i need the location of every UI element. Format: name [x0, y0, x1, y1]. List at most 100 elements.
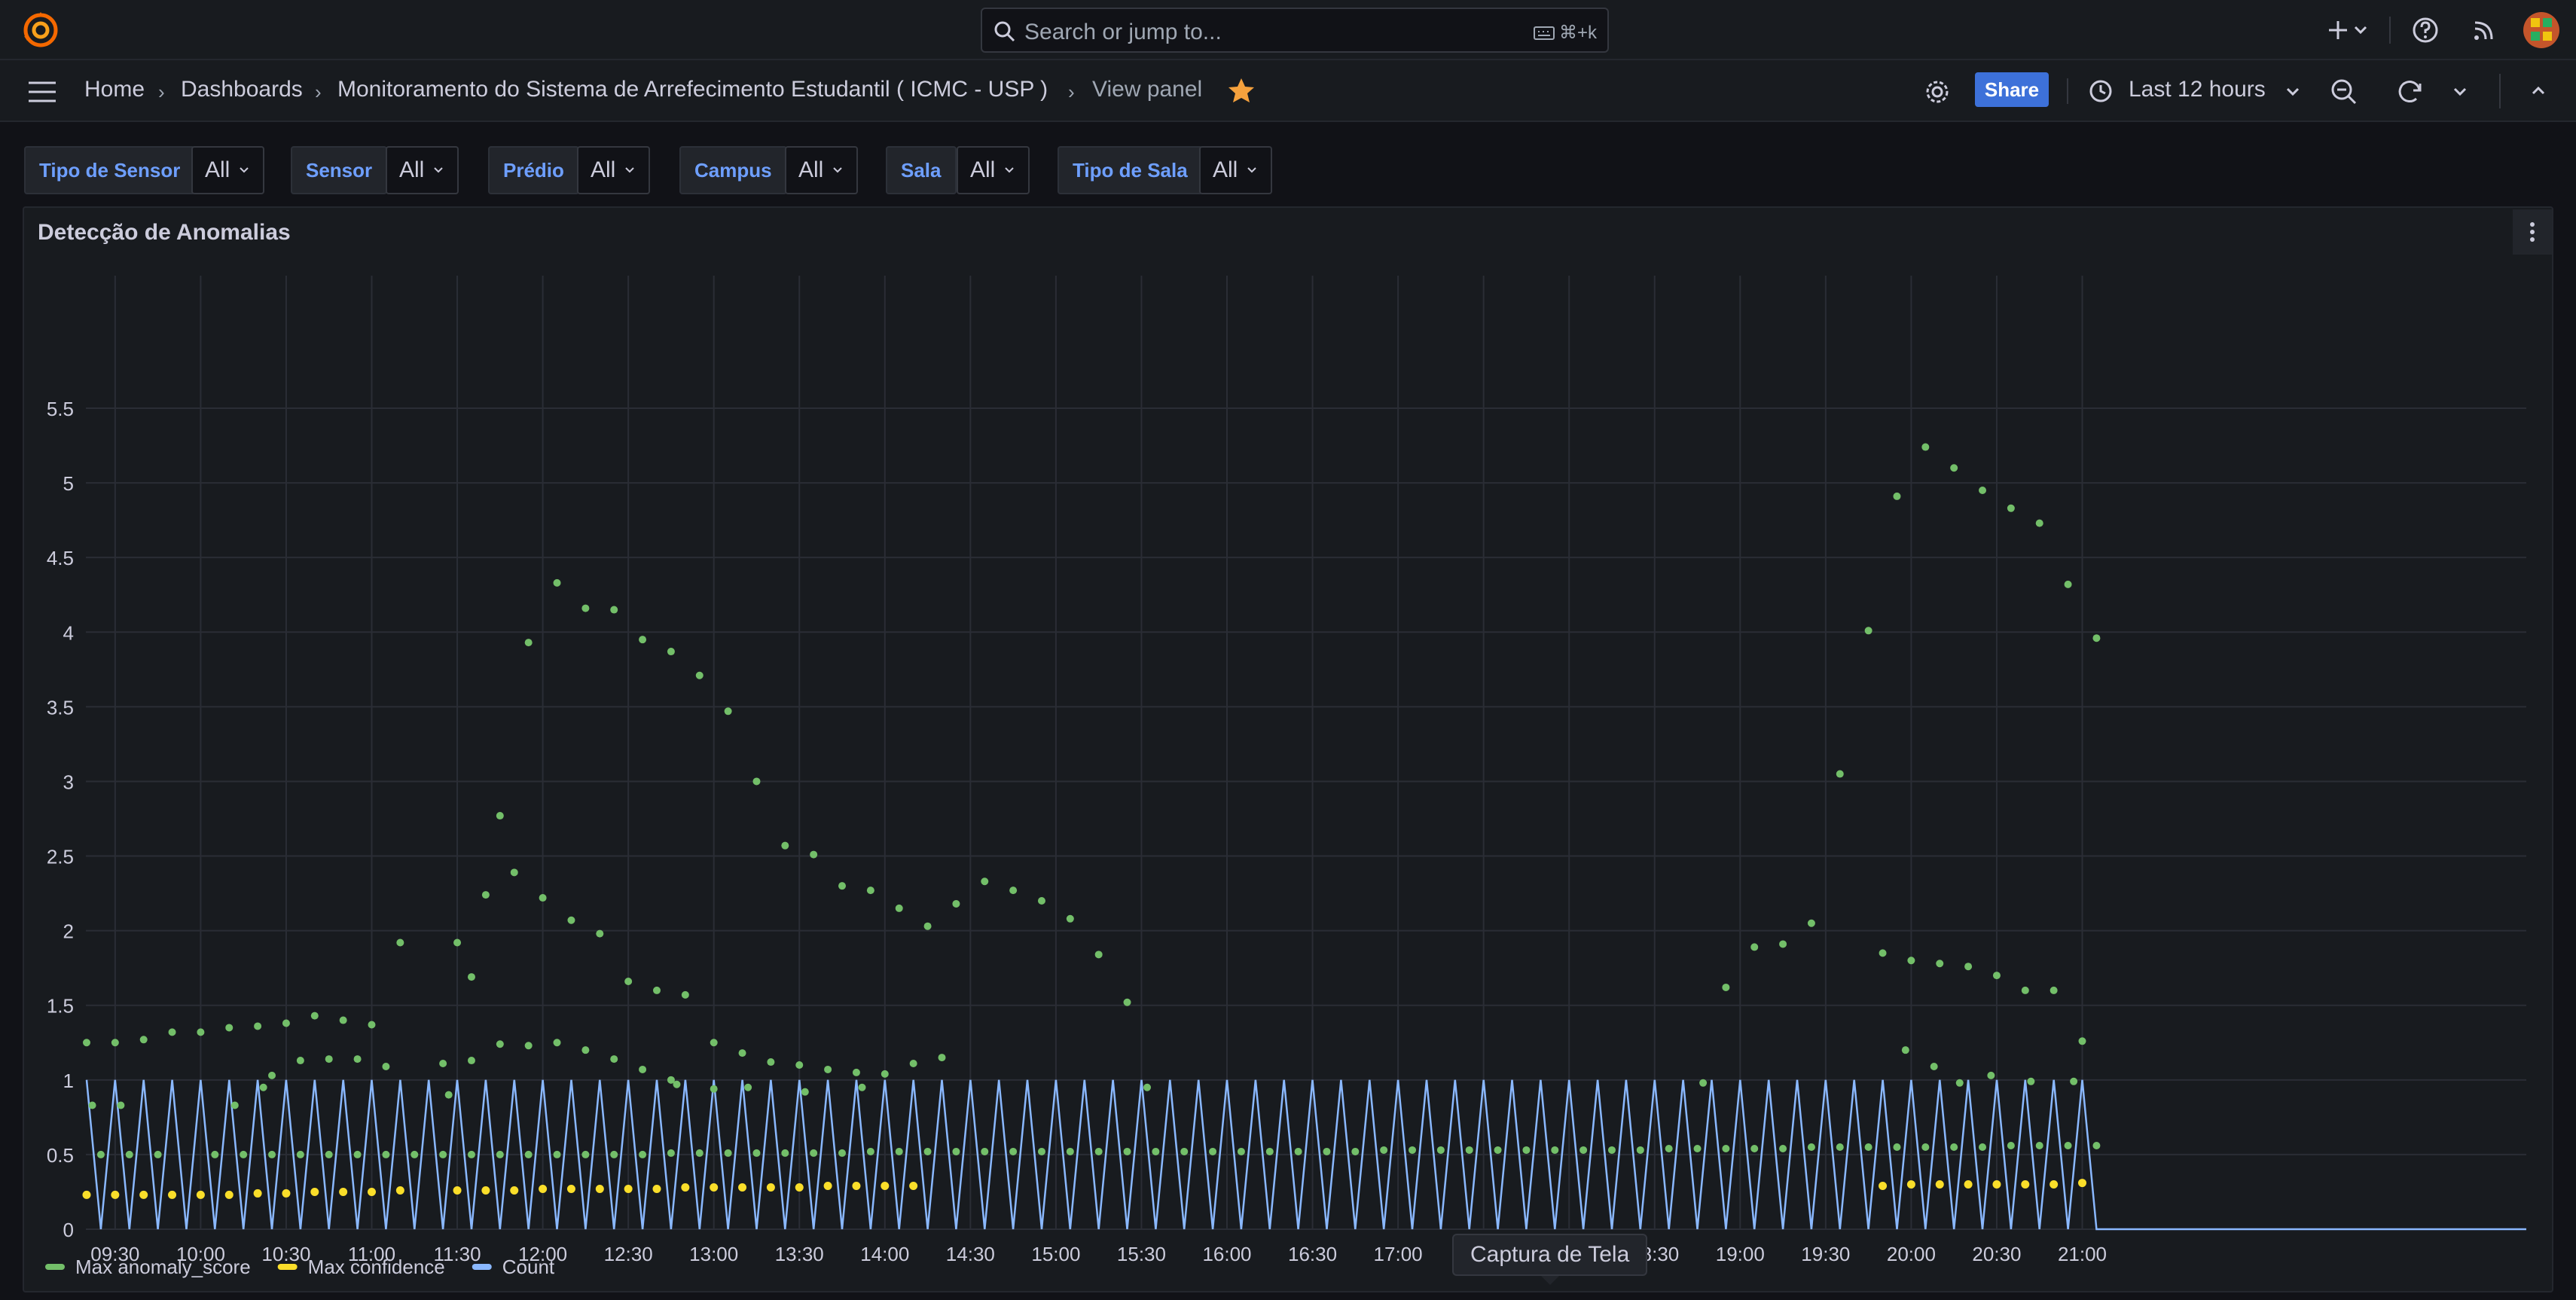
data-point-anomaly-score[interactable] [710, 1085, 718, 1093]
data-point-anomaly-score[interactable] [895, 1147, 903, 1155]
data-point-anomaly-score[interactable] [1964, 963, 1973, 971]
data-point-anomaly-score[interactable] [439, 1150, 447, 1158]
data-point-anomaly-score[interactable] [639, 1150, 647, 1158]
data-point-confidence[interactable] [795, 1183, 804, 1192]
data-point-anomaly-score[interactable] [1123, 1147, 1131, 1155]
data-point-anomaly-score[interactable] [111, 1039, 119, 1047]
data-point-anomaly-score[interactable] [496, 1150, 504, 1158]
data-point-confidence[interactable] [339, 1187, 348, 1196]
data-point-anomaly-score[interactable] [1143, 1083, 1152, 1091]
data-point-confidence[interactable] [852, 1182, 861, 1191]
data-point-anomaly-score[interactable] [1987, 1071, 1995, 1079]
data-point-anomaly-score[interactable] [1779, 940, 1787, 948]
data-point-confidence[interactable] [2078, 1179, 2086, 1188]
data-point-confidence[interactable] [1879, 1182, 1888, 1191]
data-point-anomaly-score[interactable] [168, 1028, 176, 1036]
time-range-picker[interactable]: Last 12 hours [2129, 77, 2266, 102]
data-point-anomaly-score[interactable] [2092, 634, 2101, 642]
data-point-anomaly-score[interactable] [382, 1150, 390, 1158]
anomaly-chart[interactable]: 00.511.522.533.544.555.509:30 10:00 10:30 1… [24, 208, 2552, 1291]
data-point-confidence[interactable] [310, 1187, 319, 1196]
data-point-confidence[interactable] [2050, 1180, 2059, 1189]
data-point-anomaly-score[interactable] [339, 1016, 347, 1024]
data-point-anomaly-score[interactable] [510, 868, 518, 877]
data-point-anomaly-score[interactable] [1907, 957, 1915, 965]
data-point-confidence[interactable] [510, 1186, 519, 1195]
data-point-anomaly-score[interactable] [1094, 1147, 1103, 1155]
data-point-anomaly-score[interactable] [1864, 627, 1872, 635]
data-point-anomaly-score[interactable] [1950, 464, 1958, 472]
data-point-confidence[interactable] [624, 1184, 633, 1193]
data-point-anomaly-score[interactable] [353, 1150, 362, 1158]
data-point-confidence[interactable] [82, 1190, 91, 1199]
data-point-anomaly-score[interactable] [724, 1149, 732, 1157]
chevron-down-icon[interactable] [2282, 81, 2303, 102]
data-point-anomaly-score[interactable] [1779, 1144, 1787, 1152]
data-point-anomaly-score[interactable] [858, 1083, 866, 1091]
data-point-anomaly-score[interactable] [1836, 770, 1844, 778]
data-point-anomaly-score[interactable] [1066, 1147, 1074, 1155]
data-point-anomaly-score[interactable] [481, 891, 490, 899]
data-point-anomaly-score[interactable] [1009, 1147, 1018, 1155]
data-point-anomaly-score[interactable] [1750, 1144, 1759, 1152]
data-point-anomaly-score[interactable] [1465, 1146, 1473, 1154]
data-point-anomaly-score[interactable] [1665, 1144, 1673, 1152]
data-point-anomaly-score[interactable] [781, 1149, 789, 1157]
data-point-anomaly-score[interactable] [581, 1046, 590, 1054]
data-point-confidence[interactable] [253, 1189, 262, 1198]
data-point-confidence[interactable] [566, 1184, 575, 1193]
data-point-anomaly-score[interactable] [767, 1058, 775, 1067]
data-point-anomaly-score[interactable] [524, 1042, 533, 1050]
plus-icon[interactable] [2323, 15, 2353, 45]
filter-select-tipo-de-sala[interactable]: All [1199, 146, 1273, 194]
data-point-anomaly-score[interactable] [225, 1024, 233, 1032]
data-point-anomaly-score[interactable] [1037, 1147, 1045, 1155]
data-point-anomaly-score[interactable] [724, 707, 732, 716]
data-point-confidence[interactable] [282, 1189, 291, 1198]
data-point-anomaly-score[interactable] [1722, 983, 1730, 991]
data-point-anomaly-score[interactable] [211, 1150, 219, 1158]
data-point-confidence[interactable] [453, 1186, 462, 1195]
data-point-anomaly-score[interactable] [240, 1150, 248, 1158]
data-point-anomaly-score[interactable] [738, 1049, 746, 1057]
grafana-logo-icon[interactable] [21, 11, 60, 50]
data-point-anomaly-score[interactable] [1921, 443, 1930, 451]
data-point-confidence[interactable] [595, 1184, 604, 1193]
data-point-anomaly-score[interactable] [125, 1150, 133, 1158]
data-point-confidence[interactable] [1935, 1180, 1944, 1189]
data-point-anomaly-score[interactable] [1094, 951, 1103, 959]
data-point-confidence[interactable] [909, 1182, 918, 1191]
data-point-confidence[interactable] [139, 1190, 148, 1199]
data-point-confidence[interactable] [224, 1190, 233, 1199]
data-point-anomaly-score[interactable] [1323, 1147, 1331, 1155]
data-point-anomaly-score[interactable] [653, 986, 661, 994]
data-point-anomaly-score[interactable] [810, 1149, 818, 1157]
data-point-anomaly-score[interactable] [1893, 1143, 1901, 1151]
data-point-confidence[interactable] [395, 1186, 404, 1195]
data-point-anomaly-score[interactable] [411, 1150, 419, 1158]
data-point-confidence[interactable] [368, 1187, 376, 1196]
data-point-anomaly-score[interactable] [673, 1080, 681, 1088]
data-point-anomaly-score[interactable] [2021, 986, 2029, 994]
data-point-anomaly-score[interactable] [296, 1057, 304, 1065]
data-point-anomaly-score[interactable] [1579, 1146, 1588, 1154]
data-point-anomaly-score[interactable] [1992, 972, 2001, 980]
data-point-anomaly-score[interactable] [938, 1054, 946, 1062]
breadcrumb-home[interactable]: Home [84, 77, 145, 102]
data-point-anomaly-score[interactable] [2035, 519, 2043, 527]
data-point-anomaly-score[interactable] [1009, 887, 1018, 895]
data-point-anomaly-score[interactable] [2027, 1077, 2035, 1085]
filter-select-sala[interactable]: All [957, 146, 1030, 194]
data-point-anomaly-score[interactable] [1351, 1147, 1360, 1155]
data-point-anomaly-score[interactable] [639, 636, 647, 644]
data-point-anomaly-score[interactable] [838, 1149, 847, 1157]
data-point-anomaly-score[interactable] [310, 1012, 319, 1020]
data-point-anomaly-score[interactable] [1921, 1143, 1930, 1151]
data-point-anomaly-score[interactable] [117, 1101, 125, 1109]
data-point-confidence[interactable] [196, 1190, 205, 1199]
legend-label[interactable]: Count [502, 1256, 555, 1278]
breadcrumb-dashboard[interactable]: Monitoramento do Sistema de Arrefeciment… [337, 77, 1048, 102]
data-point-confidence[interactable] [168, 1190, 177, 1199]
data-point-anomaly-score[interactable] [838, 882, 847, 890]
data-point-anomaly-score[interactable] [353, 1055, 362, 1063]
